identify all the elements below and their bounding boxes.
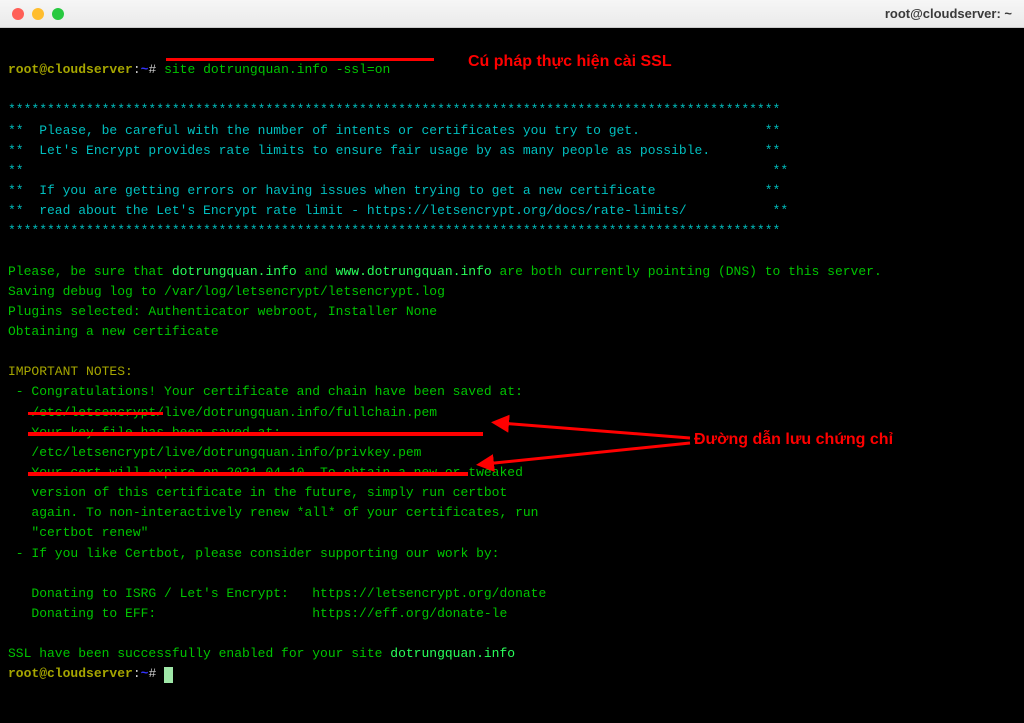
window-title: root@cloudserver: ~	[885, 6, 1012, 21]
notes-line-3: again. To non-interactively renew *all* …	[8, 505, 539, 520]
prompt-user-host: root@cloudserver	[8, 62, 133, 77]
close-icon[interactable]	[12, 8, 24, 20]
command-text: site dotrungquan.info -ssl=on	[164, 62, 390, 77]
dns-text-b: and	[297, 264, 336, 279]
annotation-command: Cú pháp thực hiện cài SSL	[468, 50, 672, 75]
footer-domain: dotrungquan.info	[390, 646, 515, 661]
certbot-log-3: Obtaining a new certificate	[8, 324, 219, 339]
underline-congrats	[28, 412, 163, 415]
zoom-icon[interactable]	[52, 8, 64, 20]
donate-line-2: Donating to EFF: https://eff.org/donate-…	[8, 606, 507, 621]
annotation-paths: Đường dẫn lưu chứng chỉ	[694, 428, 893, 453]
cert-path-2: /etc/letsencrypt/live/dotrungquan.info/p…	[8, 445, 421, 460]
box-border: ****************************************…	[8, 102, 780, 117]
certbot-log-2: Plugins selected: Authenticator webroot,…	[8, 304, 437, 319]
underline-path1	[28, 432, 483, 436]
notes-line-2: version of this certificate in the futur…	[8, 485, 507, 500]
terminal-body[interactable]: root@cloudserver:~# site dotrungquan.inf…	[0, 28, 1024, 723]
prompt-user-host-2: root@cloudserver	[8, 666, 133, 681]
box-line-3: ** **	[8, 163, 788, 178]
prompt-colon: :	[133, 62, 141, 77]
box-line-2: ** Let's Encrypt provides rate limits to…	[8, 143, 780, 158]
box-line-5: ** read about the Let's Encrypt rate lim…	[8, 203, 788, 218]
titlebar: root@cloudserver: ~	[0, 0, 1024, 28]
dns-text-a: Please, be sure that	[8, 264, 172, 279]
terminal-window: root@cloudserver: ~ root@cloudserver:~# …	[0, 0, 1024, 723]
donate-header: - If you like Certbot, please consider s…	[8, 546, 499, 561]
underline-path2	[28, 472, 468, 476]
important-notes-header: IMPORTANT NOTES:	[8, 364, 133, 379]
box-border-bottom: ****************************************…	[8, 223, 780, 238]
cursor	[164, 667, 173, 683]
footer-text: SSL have been successfully enabled for y…	[8, 646, 390, 661]
dns-text-c: are both currently pointing (DNS) to thi…	[492, 264, 882, 279]
donate-line-1: Donating to ISRG / Let's Encrypt: https:…	[8, 586, 546, 601]
congrats-line: - Congratulations! Your certificate and …	[8, 384, 523, 399]
certbot-log-1: Saving debug log to /var/log/letsencrypt…	[8, 284, 445, 299]
underline-command	[166, 58, 434, 61]
box-line-1: ** Please, be careful with the number of…	[8, 123, 780, 138]
dns-domain-2: www.dotrungquan.info	[336, 264, 492, 279]
minimize-icon[interactable]	[32, 8, 44, 20]
notes-line-4: "certbot renew"	[8, 525, 148, 540]
dns-domain-1: dotrungquan.info	[172, 264, 297, 279]
traffic-lights	[12, 8, 64, 20]
box-line-4: ** If you are getting errors or having i…	[8, 183, 780, 198]
